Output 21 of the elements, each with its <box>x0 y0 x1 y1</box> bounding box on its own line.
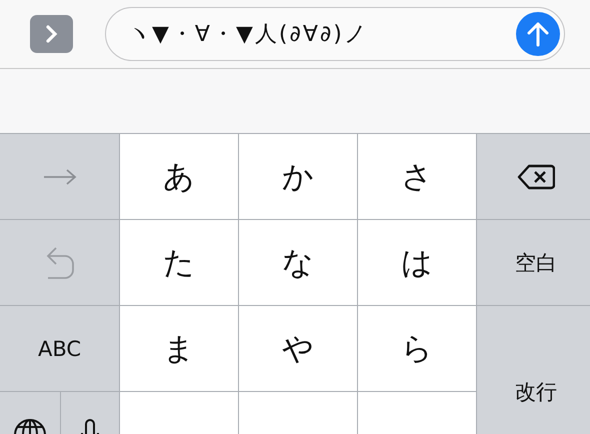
kana-key[interactable]: は <box>358 220 476 305</box>
kana-key[interactable]: た <box>120 220 238 305</box>
function-key[interactable]: 空白 <box>477 220 590 305</box>
kana-key[interactable]: ら <box>358 306 476 391</box>
kana-key[interactable]: あ <box>120 134 238 219</box>
function-key[interactable]: ABC <box>0 306 119 391</box>
kana-key[interactable]: ま <box>120 306 238 391</box>
kana-key[interactable]: さ <box>358 134 476 219</box>
kana-key[interactable]: や <box>239 306 357 391</box>
return-key[interactable]: 改行 <box>477 306 590 434</box>
delete-icon <box>517 164 555 190</box>
kana-key[interactable]: か <box>239 134 357 219</box>
right-arrow-icon <box>42 168 76 186</box>
kana-key[interactable]: な <box>239 220 357 305</box>
message-field[interactable]: ヽ▼・∀・▼人(∂∀∂)ノ <box>105 7 565 61</box>
expand-button[interactable] <box>30 15 73 53</box>
up-arrow-icon <box>526 21 550 47</box>
delete-key[interactable] <box>477 134 590 219</box>
message-text: ヽ▼・∀・▼人(∂∀∂)ノ <box>128 21 370 49</box>
send-button[interactable] <box>516 12 560 56</box>
chevron-icon <box>44 24 58 44</box>
